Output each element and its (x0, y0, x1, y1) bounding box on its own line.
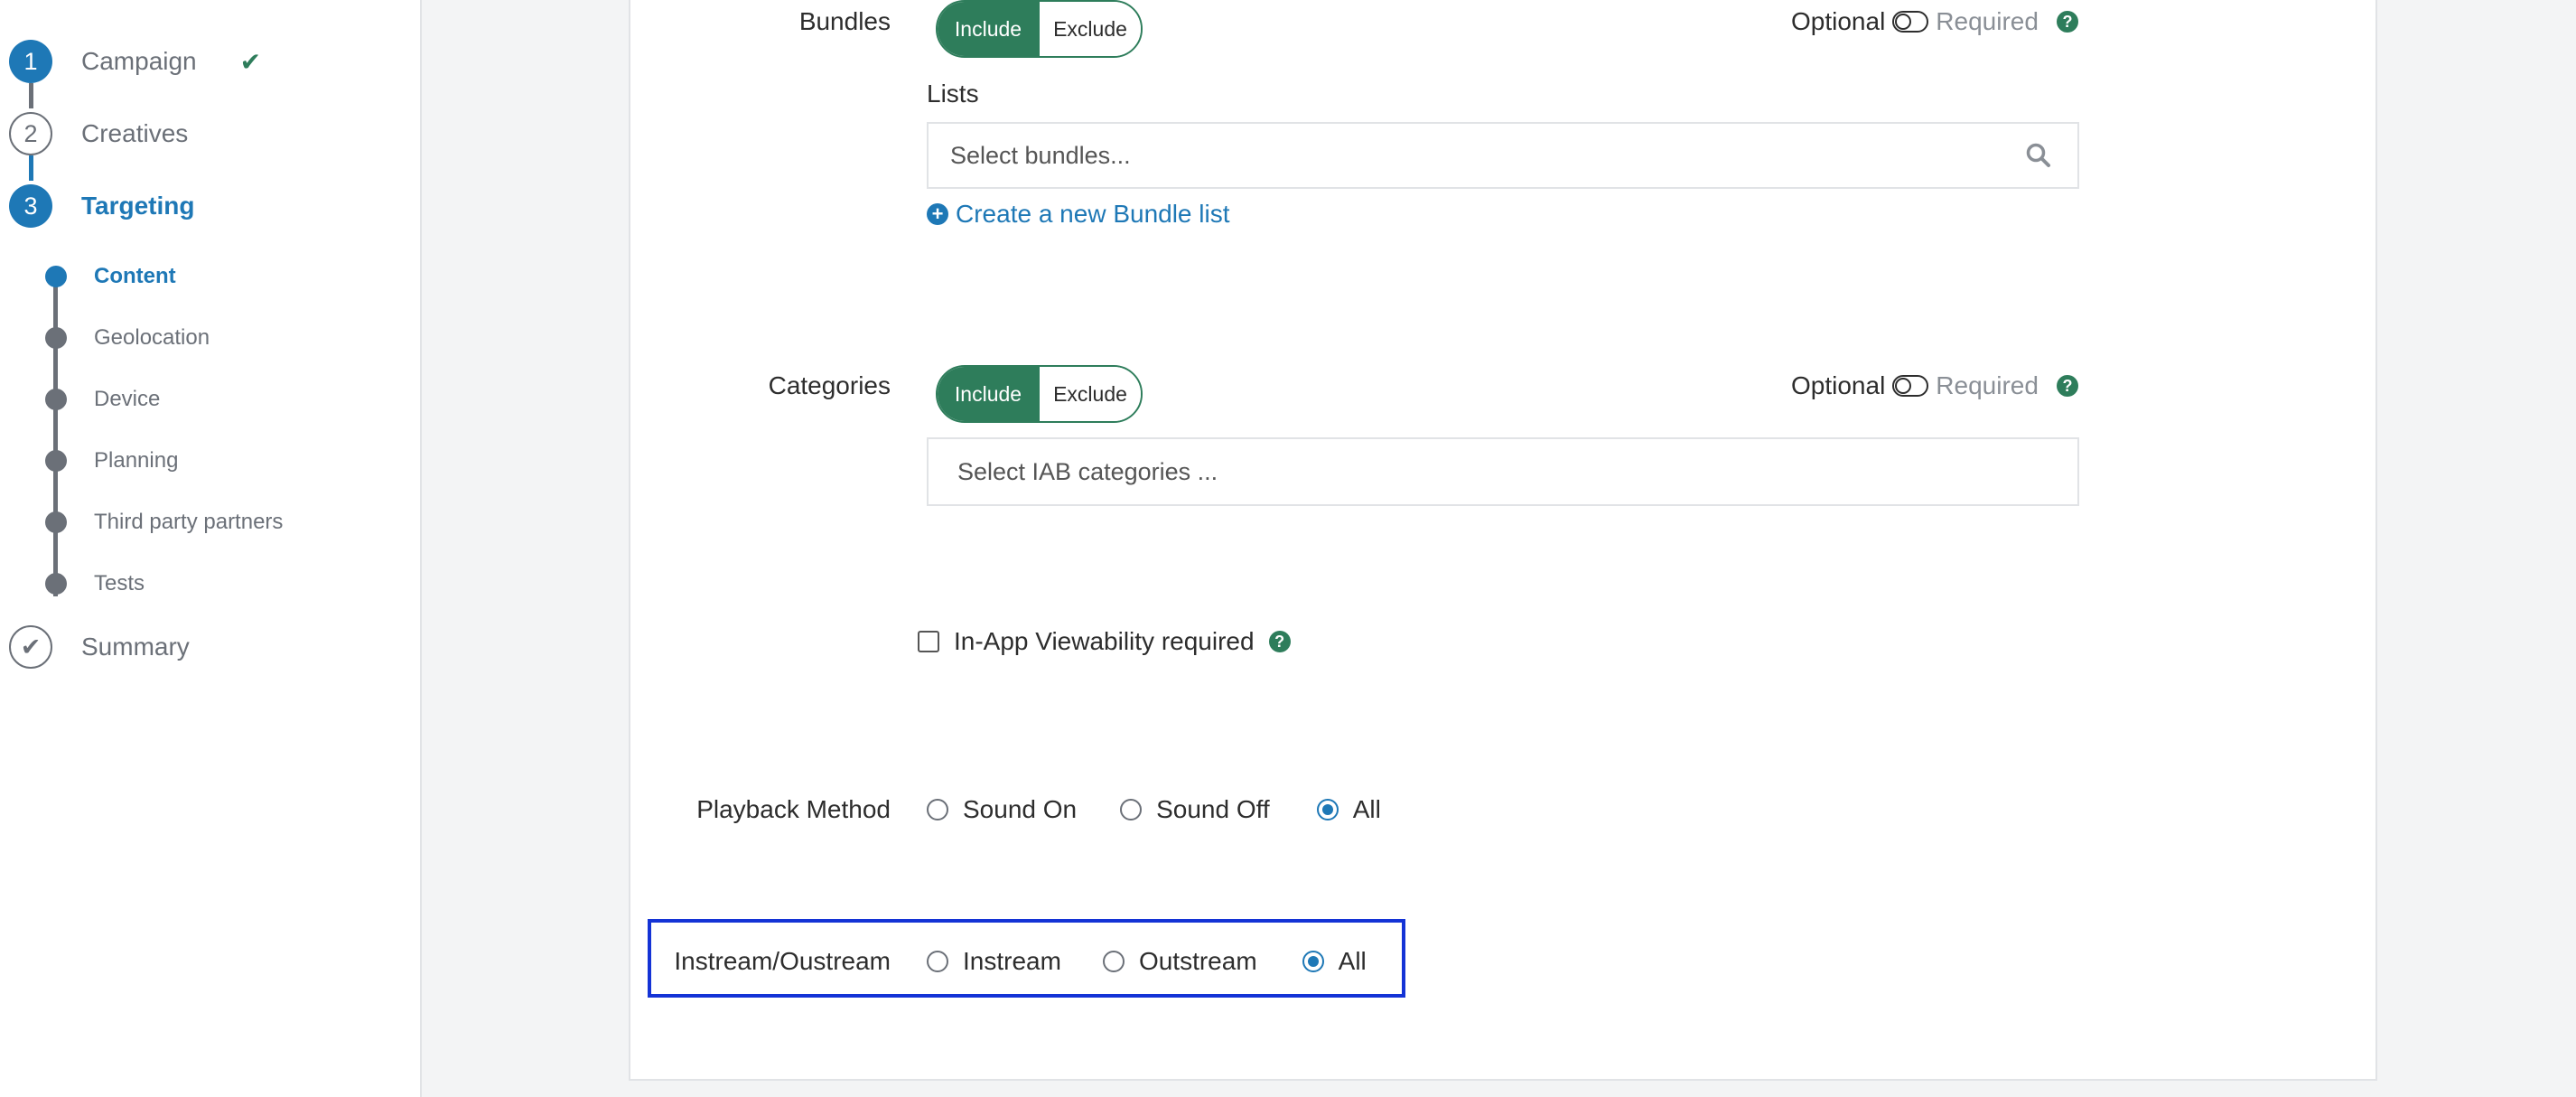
substep-label: Planning (94, 448, 179, 473)
categories-exclude-button[interactable]: Exclude (1039, 367, 1141, 421)
radio-label: Sound On (963, 795, 1078, 823)
step-summary[interactable]: ✔ Summary (9, 624, 190, 670)
radio-label: Sound Off (1156, 795, 1270, 823)
substep-label: Tests (94, 571, 145, 595)
substep-label: Content (94, 264, 176, 288)
optional-label: Optional (1791, 371, 1886, 399)
bundles-placeholder: Select bundles... (950, 141, 1131, 169)
required-label: Required (1936, 371, 2039, 399)
plus-circle-icon: + (927, 203, 948, 225)
bundles-search-input[interactable]: Select bundles... (927, 122, 2079, 189)
substep-third-party-partners[interactable]: Third party partners (45, 508, 283, 537)
substep-dot (45, 389, 67, 410)
radio-label: All (1352, 795, 1381, 823)
playback-method-label: Playback Method (696, 795, 891, 823)
substep-label: Geolocation (94, 325, 210, 350)
step-targeting[interactable]: 3 Targeting (9, 183, 194, 230)
step-campaign[interactable]: 1 Campaign ✔ (9, 38, 261, 85)
optional-required-toggle[interactable] (1892, 11, 1929, 33)
bundles-include-button[interactable]: Include (938, 2, 1039, 56)
playback-all-radio[interactable] (1316, 799, 1339, 820)
step-label: Campaign (81, 47, 197, 75)
create-bundle-list-link[interactable]: + Create a new Bundle list (927, 200, 1230, 229)
sound-on-option[interactable]: Sound On (927, 795, 1077, 824)
categories-include-button[interactable]: Include (938, 367, 1039, 421)
bundles-optional-required-switch: Optional Required ? (1791, 7, 2078, 36)
substep-dot (45, 450, 67, 472)
substep-dot (45, 266, 67, 287)
viewability-label: In-App Viewability required (954, 627, 1255, 655)
substep-tests[interactable]: Tests (45, 569, 145, 598)
create-bundle-list-label: Create a new Bundle list (956, 200, 1230, 228)
substep-dot (45, 511, 67, 533)
step-number: 3 (9, 184, 52, 228)
search-icon (2026, 143, 2050, 167)
sound-off-radio[interactable] (1120, 799, 1143, 820)
categories-label: Categories (768, 371, 891, 399)
step-label: Creatives (81, 119, 189, 147)
sound-on-radio[interactable] (927, 799, 948, 820)
substep-planning[interactable]: Planning (45, 446, 178, 475)
instream-outstream-highlight (648, 919, 1405, 998)
substep-label: Third party partners (94, 510, 284, 534)
step-connector (29, 83, 33, 108)
check-icon: ✔ (9, 625, 52, 669)
step-number: 2 (9, 112, 52, 155)
substep-device[interactable]: Device (45, 385, 160, 414)
categories-optional-required-switch: Optional Required ? (1791, 371, 2078, 400)
substep-geolocation[interactable]: Geolocation (45, 323, 210, 352)
help-icon[interactable]: ? (1268, 631, 1291, 652)
substep-dot (45, 573, 67, 595)
bundles-exclude-button[interactable]: Exclude (1039, 2, 1141, 56)
optional-label: Optional (1791, 7, 1886, 35)
iab-categories-select[interactable]: Select IAB categories ... (927, 437, 2079, 506)
step-connector (29, 155, 33, 181)
sound-off-option[interactable]: Sound Off (1120, 795, 1270, 824)
step-creatives[interactable]: 2 Creatives (9, 110, 188, 157)
bundles-include-exclude-toggle: Include Exclude (936, 0, 1143, 58)
step-label: Targeting (81, 192, 195, 220)
categories-include-exclude-toggle: Include Exclude (936, 365, 1143, 423)
lists-label: Lists (927, 80, 979, 108)
step-label: Summary (81, 633, 190, 661)
substep-content[interactable]: Content (45, 262, 176, 291)
step-number: 1 (9, 40, 52, 83)
completed-check-icon: ✔ (239, 47, 262, 76)
help-icon[interactable]: ? (2056, 11, 2078, 33)
viewability-row: In-App Viewability required ? (918, 627, 1291, 656)
viewability-checkbox[interactable] (918, 631, 939, 652)
bundles-label: Bundles (798, 7, 891, 35)
playback-method-options: Sound On Sound Off All (927, 795, 1381, 824)
substep-dot (45, 327, 67, 349)
wizard-sidebar: 1 Campaign ✔ 2 Creatives 3 Targeting Con… (0, 0, 422, 1097)
required-label: Required (1936, 7, 2039, 35)
optional-required-toggle[interactable] (1892, 375, 1929, 397)
playback-all-option[interactable]: All (1316, 795, 1381, 824)
iab-categories-placeholder: Select IAB categories ... (957, 457, 1218, 485)
help-icon[interactable]: ? (2056, 375, 2078, 397)
substep-label: Device (94, 387, 161, 411)
